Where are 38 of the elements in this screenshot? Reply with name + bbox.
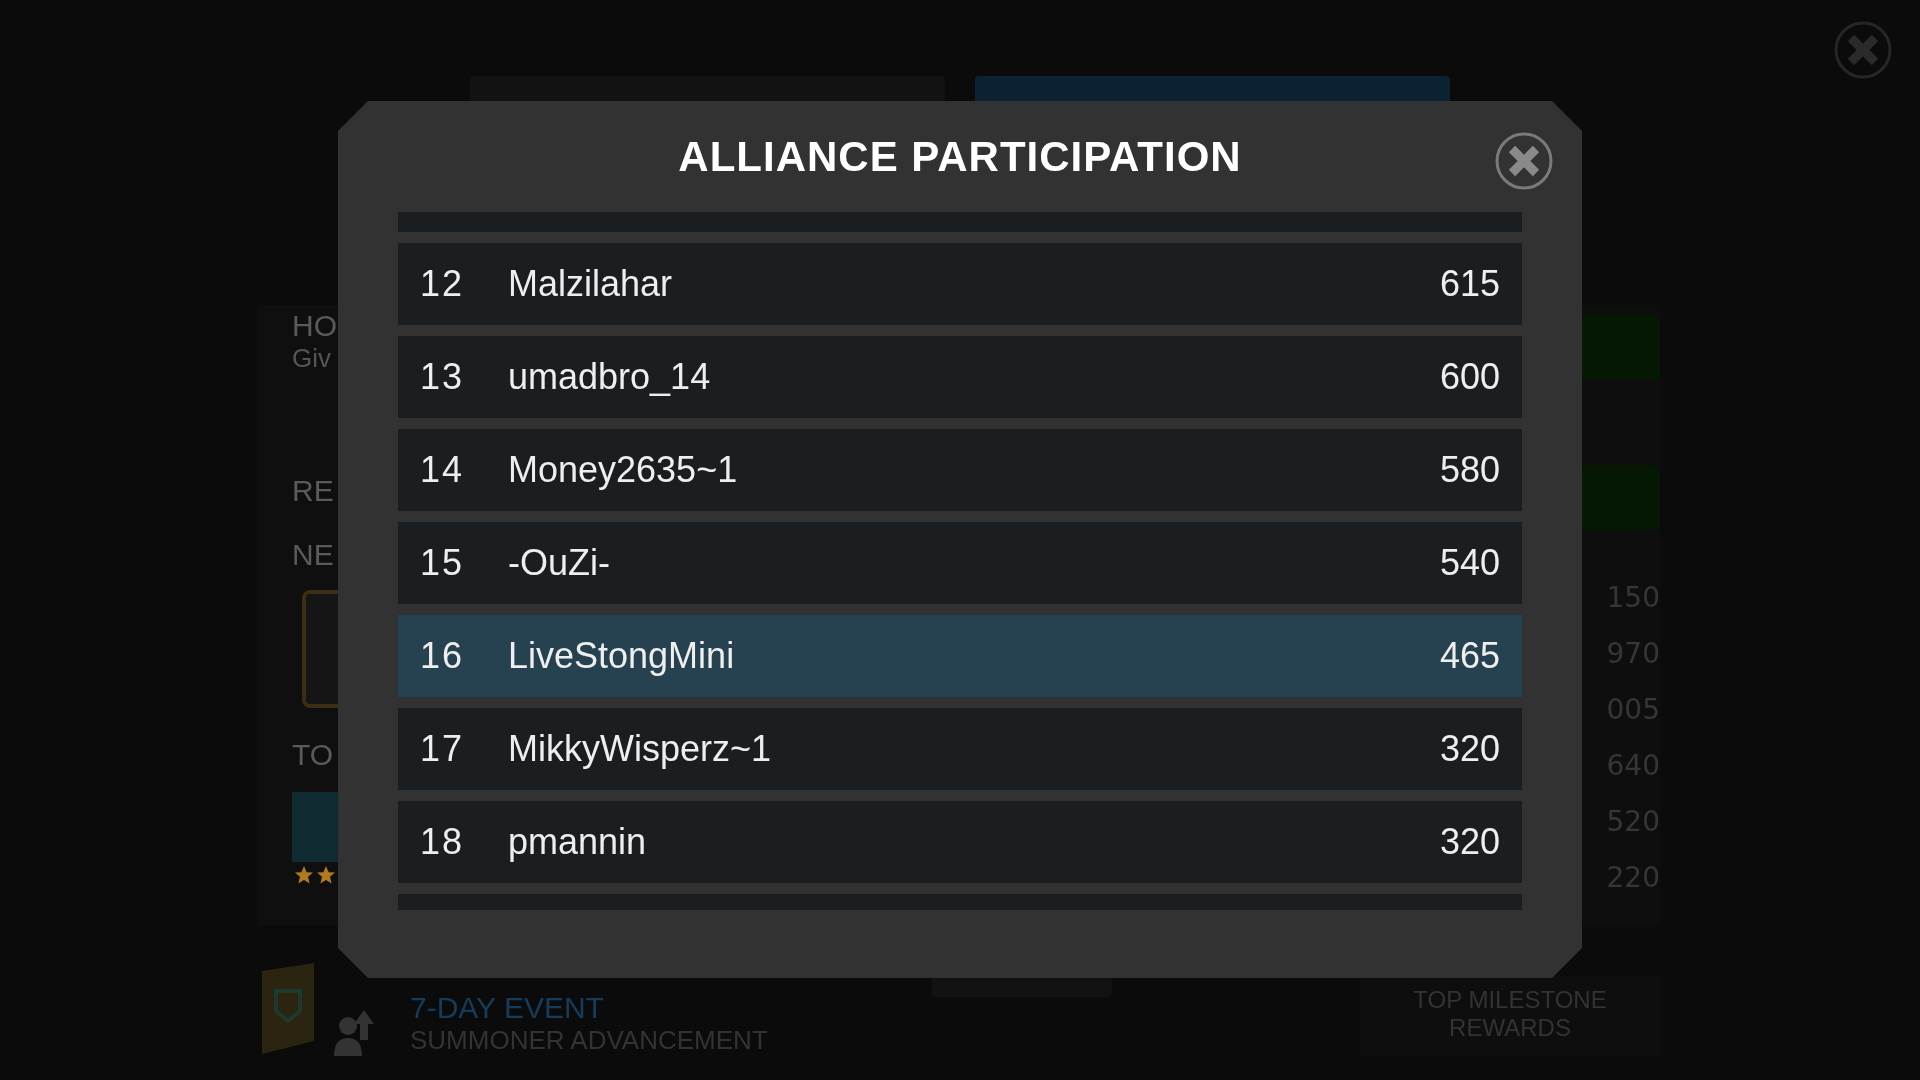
panel-title: HO xyxy=(292,309,337,343)
score-value: 465 xyxy=(1439,635,1500,677)
ranking-row[interactable]: 13 umadbro_14 600 xyxy=(398,336,1522,418)
ranking-row[interactable]: 15 -OuZi- 540 xyxy=(398,522,1522,604)
ranking-row[interactable]: 12 Malzilahar 615 xyxy=(398,243,1522,325)
player-name: umadbro_14 xyxy=(508,356,712,398)
score-value: 580 xyxy=(1439,449,1500,491)
player-name: MikkyWisperz~1 xyxy=(508,728,773,770)
rank-number: 16 xyxy=(420,635,466,677)
player-name: pmannin xyxy=(508,821,648,863)
score-value: 540 xyxy=(1439,542,1500,584)
section-label: NE xyxy=(292,538,334,572)
tab[interactable] xyxy=(470,76,945,101)
rank-number: 18 xyxy=(420,821,466,863)
event-label: 7-DAY EVENT xyxy=(410,991,605,1025)
player-name: Malzilahar xyxy=(508,263,674,305)
section-label: TO xyxy=(292,738,334,772)
rank-number: 14 xyxy=(420,449,466,491)
dialog-title: ALLIANCE PARTICIPATION xyxy=(678,132,1242,181)
rank-number: 15 xyxy=(420,542,466,584)
rank-number: 12 xyxy=(420,263,466,305)
player-name: Money2635~1 xyxy=(508,449,739,491)
ranking-row[interactable]: 18 pmannin 320 xyxy=(398,801,1522,883)
tab[interactable] xyxy=(975,76,1450,101)
rank-number: 13 xyxy=(420,356,466,398)
score-value: 600 xyxy=(1439,356,1500,398)
score-value: 320 xyxy=(1439,821,1500,863)
rank-number: 17 xyxy=(420,728,466,770)
ranking-row[interactable]: 17 MikkyWisperz~1 320 xyxy=(398,708,1522,790)
panel-subtitle: Giv xyxy=(292,343,331,374)
close-button[interactable] xyxy=(1494,131,1554,191)
ranking-row[interactable]: 14 Money2635~1 580 xyxy=(398,429,1522,511)
score-value: 320 xyxy=(1439,728,1500,770)
section-title: RE xyxy=(292,474,334,508)
score-value: 615 xyxy=(1439,263,1500,305)
player-name: -OuZi- xyxy=(508,542,611,584)
ranking-row[interactable]: 16 LiveStongMini 465 xyxy=(398,615,1522,697)
player-name: LiveStongMini xyxy=(508,635,736,677)
